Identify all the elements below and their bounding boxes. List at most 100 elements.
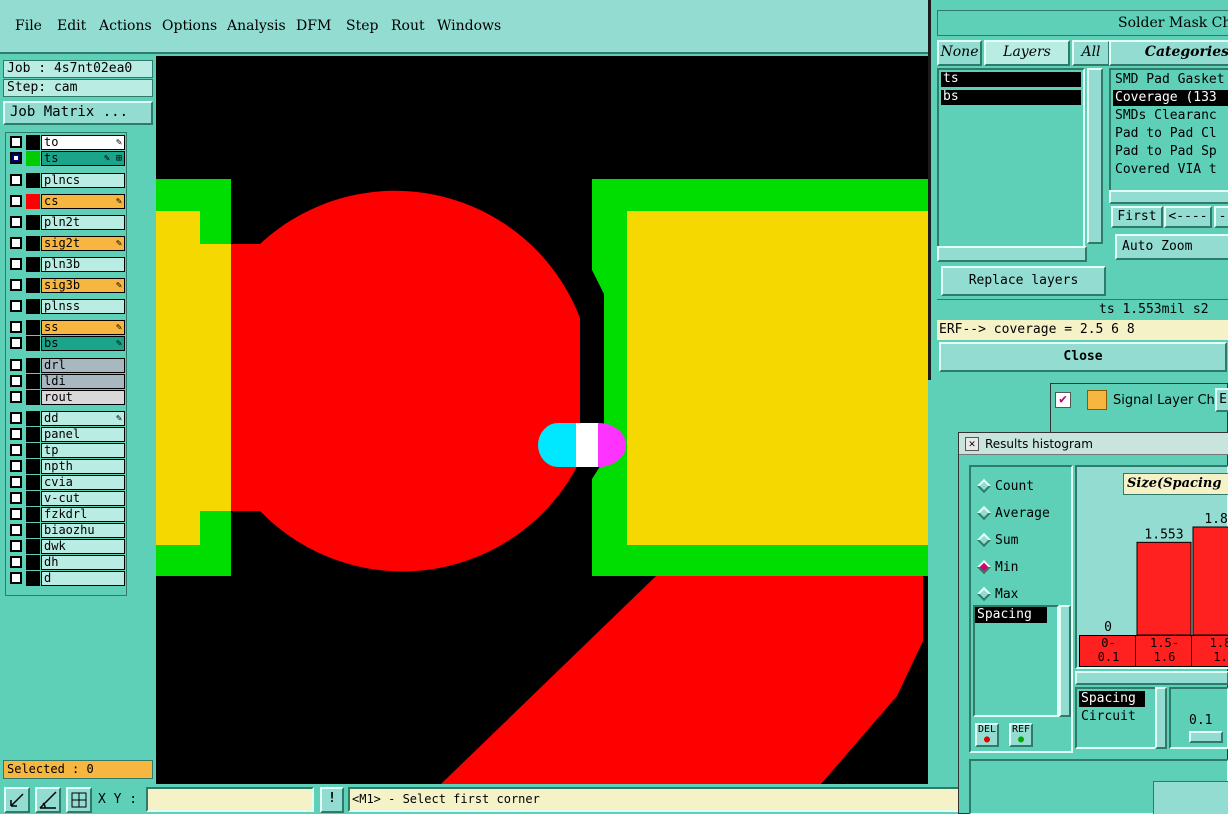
layer-checkbox[interactable] xyxy=(10,174,22,186)
menu-edit[interactable]: Edit xyxy=(57,18,86,34)
category-item[interactable]: Pad to Pad Sp xyxy=(1113,144,1228,160)
stat-list-scrollbar[interactable] xyxy=(1059,605,1071,717)
layer-name[interactable]: plncs xyxy=(41,173,125,188)
layer-row-cvia[interactable]: cvia xyxy=(8,475,126,490)
layer-name[interactable]: d xyxy=(41,571,125,586)
tab-layers[interactable]: Layers xyxy=(984,40,1070,66)
layer-name[interactable]: sig3b ✎ xyxy=(41,278,125,293)
category-item[interactable]: Covered VIA t xyxy=(1113,162,1228,178)
layer-name[interactable]: panel xyxy=(41,427,125,442)
categories-list[interactable]: SMD Pad Gasket Coverage (133 SMDs Clearanc… xyxy=(1109,68,1228,196)
signal-extra-button[interactable]: E xyxy=(1215,388,1228,412)
layer-checkbox[interactable] xyxy=(10,412,22,424)
layer-name[interactable]: tp xyxy=(41,443,125,458)
layer-name[interactable]: dh xyxy=(41,555,125,570)
layer-row-fzkdrl[interactable]: fzkdrl xyxy=(8,507,126,522)
del-button[interactable]: DEL ● xyxy=(975,723,999,747)
radio-min[interactable] xyxy=(976,559,992,575)
layer-checkbox[interactable] xyxy=(10,136,22,148)
type-list-item[interactable]: Circuit xyxy=(1079,709,1145,725)
layer-row-dh[interactable]: dh xyxy=(8,555,126,570)
layer-name[interactable]: pln3b xyxy=(41,257,125,272)
layer-checkbox[interactable] xyxy=(10,391,22,403)
layer-checkbox[interactable] xyxy=(10,359,22,371)
radio-max[interactable] xyxy=(976,586,992,602)
alert-button[interactable]: ! xyxy=(320,787,344,813)
layer-checkbox[interactable] xyxy=(10,195,22,207)
job-matrix-button[interactable]: Job Matrix ... xyxy=(3,101,153,125)
layer-checkbox[interactable] xyxy=(10,375,22,387)
layer-row-cs[interactable]: cs ✎ xyxy=(8,194,126,209)
close-button[interactable]: Close xyxy=(939,342,1227,372)
type-list-scrollbar[interactable] xyxy=(1155,687,1167,749)
layer-name[interactable]: bs ✎ xyxy=(41,336,125,351)
menu-analysis[interactable]: Analysis xyxy=(227,18,286,34)
layer-name[interactable]: cvia xyxy=(41,475,125,490)
layer-checkbox[interactable] xyxy=(10,444,22,456)
layer-row-pln2t[interactable]: pln2t xyxy=(8,215,126,230)
menu-file[interactable]: File xyxy=(15,18,42,34)
layer-row-plncs[interactable]: plncs xyxy=(8,173,126,188)
stat-list-item[interactable]: Spacing xyxy=(975,607,1047,623)
radio-count[interactable] xyxy=(976,478,992,494)
next-button[interactable]: -- xyxy=(1214,206,1228,228)
category-item[interactable]: SMDs Clearanc xyxy=(1113,108,1228,124)
layer-row-ts[interactable]: ts ✎ ⊞ xyxy=(8,151,126,166)
layer-name[interactable]: biaozhu xyxy=(41,523,125,538)
layer-checkbox[interactable] xyxy=(10,300,22,312)
layer-name[interactable]: cs ✎ xyxy=(41,194,125,209)
layer-checkbox[interactable] xyxy=(10,216,22,228)
layer-listbox[interactable]: ts bs xyxy=(937,68,1085,262)
layer-row-sig3b[interactable]: sig3b ✎ xyxy=(8,278,126,293)
layer-row-bs[interactable]: bs ✎ xyxy=(8,336,126,351)
value-slider[interactable] xyxy=(1189,731,1223,743)
layer-row-plnss[interactable]: plnss xyxy=(8,299,126,314)
layer-name[interactable]: v-cut xyxy=(41,491,125,506)
close-icon[interactable]: ✕ xyxy=(965,437,979,451)
layer-checkbox[interactable] xyxy=(10,460,22,472)
first-button[interactable]: First xyxy=(1111,206,1163,228)
layer-checkbox[interactable] xyxy=(10,337,22,349)
auto-zoom-button[interactable]: Auto Zoom xyxy=(1115,234,1228,260)
layer-name[interactable]: rout xyxy=(41,390,125,405)
layer-checkbox[interactable] xyxy=(10,572,22,584)
histogram-hscroll[interactable] xyxy=(1075,671,1228,685)
menu-rout[interactable]: Rout xyxy=(391,18,425,34)
layer-row-ldi[interactable]: ldi xyxy=(8,374,126,389)
layer-checkbox[interactable] xyxy=(10,524,22,536)
graphics-canvas[interactable] xyxy=(156,56,928,784)
layer-checkbox[interactable] xyxy=(10,540,22,552)
layer-checkbox[interactable] xyxy=(10,556,22,568)
category-item[interactable]: Coverage (133 xyxy=(1113,90,1228,106)
layer-checkbox[interactable] xyxy=(10,258,22,270)
radio-sum[interactable] xyxy=(976,532,992,548)
layer-name[interactable]: ts ✎ ⊞ xyxy=(41,151,125,166)
category-item[interactable]: SMD Pad Gasket xyxy=(1113,72,1228,88)
checkbox-icon[interactable]: ✔ xyxy=(1055,392,1071,408)
layer-row-d[interactable]: d xyxy=(8,571,126,586)
layer-name[interactable]: dwk xyxy=(41,539,125,554)
radio-average[interactable] xyxy=(976,505,992,521)
stat-listbox[interactable]: Spacing xyxy=(973,605,1059,717)
layer-name[interactable]: drl xyxy=(41,358,125,373)
menu-options[interactable]: Options xyxy=(162,18,217,34)
xy-input[interactable] xyxy=(146,787,314,812)
layer-row-ss[interactable]: ss ✎ xyxy=(8,320,126,335)
layer-row-dd[interactable]: dd ✎ xyxy=(8,411,126,426)
layer-name[interactable]: sig2t ✎ xyxy=(41,236,125,251)
grid-icon[interactable] xyxy=(66,787,92,813)
layer-row-npth[interactable]: npth xyxy=(8,459,126,474)
layer-checkbox[interactable] xyxy=(10,508,22,520)
menu-dfm[interactable]: DFM xyxy=(296,18,331,34)
tab-none[interactable]: None xyxy=(937,40,982,66)
zoom-fit-icon[interactable] xyxy=(4,787,30,813)
layer-name[interactable]: pln2t xyxy=(41,215,125,230)
layer-row-drl[interactable]: drl xyxy=(8,358,126,373)
categories-hscroll[interactable] xyxy=(1109,190,1228,204)
layer-name[interactable]: fzkdrl xyxy=(41,507,125,522)
measure-icon[interactable] xyxy=(35,787,61,813)
layer-name[interactable]: plnss xyxy=(41,299,125,314)
layer-list-hscroll[interactable] xyxy=(937,246,1087,262)
layer-row-panel[interactable]: panel xyxy=(8,427,126,442)
histogram-bar[interactable] xyxy=(1192,526,1228,636)
